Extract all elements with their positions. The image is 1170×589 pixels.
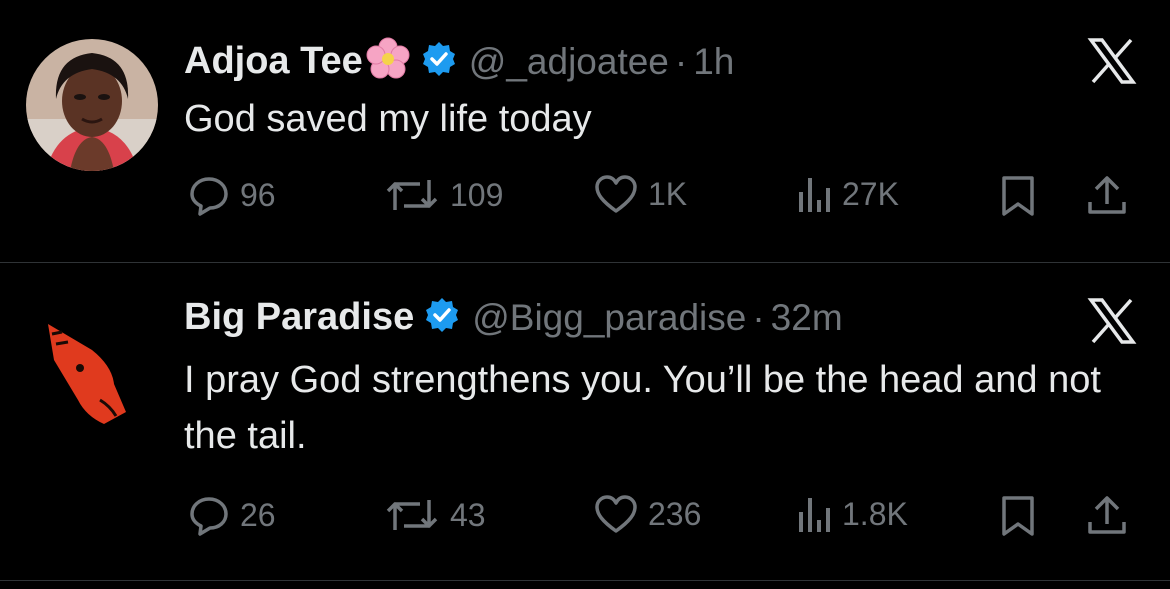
- tweet-header: Adjoa Tee @_adjoatee · 1h: [184, 36, 734, 87]
- views-icon: [799, 178, 830, 212]
- avatar[interactable]: [26, 39, 158, 171]
- separator-dot: ·: [752, 296, 765, 338]
- share-button[interactable]: [1086, 174, 1128, 218]
- like-icon: [595, 495, 637, 533]
- x-logo-icon[interactable]: [1087, 36, 1137, 86]
- x-logo-icon[interactable]: [1087, 296, 1137, 346]
- timestamp[interactable]: 1h: [693, 41, 734, 83]
- flower-emoji-icon: [365, 36, 411, 87]
- views-count: 27K: [842, 175, 899, 212]
- share-icon: [1088, 496, 1126, 534]
- like-count: 1K: [648, 175, 688, 212]
- share-button[interactable]: [1086, 494, 1128, 538]
- repost-count: 109: [450, 176, 504, 213]
- like-icon: [595, 175, 637, 213]
- reply-button[interactable]: 26: [188, 494, 276, 536]
- bookmark-button[interactable]: [1000, 174, 1036, 218]
- reply-count: 26: [240, 496, 276, 533]
- tweet-text: I pray God strengthens you. You’ll be th…: [184, 359, 1101, 457]
- separator-dot: ·: [674, 40, 688, 82]
- repost-icon: [386, 180, 438, 210]
- bookmark-button[interactable]: [1000, 494, 1036, 538]
- avatar[interactable]: [40, 320, 132, 430]
- repost-icon: [386, 500, 438, 530]
- bookmark-icon: [1002, 496, 1034, 536]
- verified-badge-icon: [424, 297, 460, 338]
- repost-button[interactable]: 109: [384, 174, 503, 216]
- author-name[interactable]: Adjoa Tee: [184, 40, 363, 83]
- tweet-actions: 96 109 1K 27K: [184, 174, 1144, 216]
- divider: [0, 580, 1170, 581]
- reply-icon: [190, 177, 228, 216]
- repost-count: 43: [450, 496, 486, 533]
- tweet-actions: 26 43 236 1.8K: [184, 494, 1144, 536]
- like-button[interactable]: 236: [594, 494, 701, 534]
- reply-button[interactable]: 96: [188, 174, 276, 216]
- views-count: 1.8K: [842, 495, 908, 532]
- views-icon: [799, 498, 830, 532]
- timestamp[interactable]: 32m: [771, 297, 843, 339]
- repost-button[interactable]: 43: [384, 494, 486, 536]
- bookmark-icon: [1002, 176, 1034, 216]
- like-count: 236: [648, 495, 702, 532]
- share-icon: [1088, 176, 1126, 214]
- author-name[interactable]: Big Paradise: [184, 296, 414, 339]
- reply-count: 96: [240, 176, 276, 213]
- tweet-text: God saved my life today: [184, 98, 592, 140]
- views-button[interactable]: 27K: [796, 174, 899, 214]
- author-handle[interactable]: @Bigg_paradise: [472, 297, 746, 339]
- author-handle[interactable]: @_adjoatee: [469, 41, 669, 83]
- like-button[interactable]: 1K: [594, 174, 687, 214]
- views-button[interactable]: 1.8K: [796, 494, 908, 534]
- verified-badge-icon: [421, 41, 457, 82]
- reply-icon: [190, 497, 228, 536]
- tweet-header: Big Paradise @Bigg_paradise · 32m: [184, 296, 843, 339]
- tweet-1[interactable]: Adjoa Tee @_adjoatee · 1h God saved my l…: [0, 0, 1170, 262]
